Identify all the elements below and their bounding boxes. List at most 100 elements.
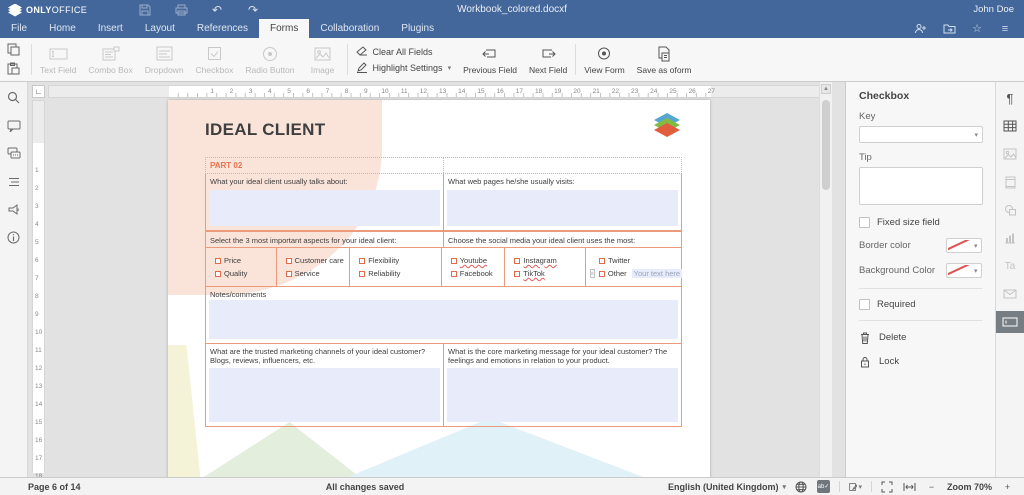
zoom-in-icon[interactable]: + — [1001, 480, 1014, 493]
zoom-out-icon[interactable]: − — [925, 480, 938, 493]
undo-icon[interactable]: ↶ — [210, 3, 224, 17]
document-area[interactable]: ∟ 12345678910111213141516171819202122232… — [28, 82, 832, 477]
language-selector[interactable]: English (United Kingdom)▾ — [668, 482, 786, 492]
checkbox-customer-care[interactable]: Customer care — [286, 256, 350, 265]
tab-references[interactable]: References — [186, 19, 259, 38]
highlight-settings-button[interactable]: Highlight Settings ▾ — [356, 61, 452, 74]
checkbox-price[interactable]: Price — [215, 256, 276, 265]
checkbox-tiktok[interactable]: TikTok — [514, 269, 585, 278]
tab-collaboration[interactable]: Collaboration — [309, 19, 390, 38]
image-button[interactable]: Image — [301, 38, 345, 81]
vertical-ruler[interactable]: 123456789101112131415161718 — [32, 100, 45, 472]
comments-icon[interactable] — [6, 118, 21, 133]
delete-button[interactable]: Delete — [859, 331, 982, 344]
checkbox-box[interactable] — [359, 271, 365, 277]
track-changes-icon[interactable]: ▾ — [849, 480, 862, 493]
text-art-settings-icon[interactable]: Ta — [1002, 258, 1018, 274]
checkbox-box[interactable] — [599, 271, 605, 277]
mail-merge-icon[interactable] — [1002, 286, 1018, 302]
dropdown-button[interactable]: Dropdown — [139, 38, 190, 81]
form-settings-icon[interactable] — [996, 311, 1024, 333]
tab-forms[interactable]: Forms — [259, 19, 309, 38]
redo-icon[interactable]: ↷ — [246, 3, 260, 17]
spellcheck-icon[interactable]: ab✓ — [817, 480, 830, 493]
fixed-size-checkbox[interactable]: Fixed size field — [859, 217, 982, 228]
save-icon[interactable] — [138, 3, 152, 17]
chat-icon[interactable] — [6, 146, 21, 161]
header-footer-settings-icon[interactable] — [1002, 174, 1018, 190]
paste-icon[interactable] — [7, 62, 22, 77]
checkbox-box[interactable] — [599, 258, 605, 264]
checkbox-reliability[interactable]: Reliability — [359, 269, 441, 278]
tab-insert[interactable]: Insert — [87, 19, 134, 38]
required-checkbox[interactable]: Required — [859, 299, 982, 310]
favorite-star-icon[interactable]: ☆ — [970, 22, 984, 36]
search-icon[interactable] — [6, 90, 21, 105]
scroll-up-icon[interactable]: ▲ — [821, 84, 831, 94]
checkbox-box[interactable] — [215, 258, 221, 264]
next-field-button[interactable]: Next Field — [523, 38, 573, 81]
checkbox-youtube[interactable]: Youtube — [451, 256, 505, 265]
fit-width-icon[interactable] — [903, 480, 916, 493]
checkbox-quality[interactable]: Quality — [215, 269, 276, 278]
form-field-handle-icon[interactable]: ≡ — [590, 269, 595, 278]
border-color-picker[interactable]: ▾ — [946, 238, 982, 253]
checkbox-box[interactable] — [286, 271, 292, 277]
combo-box-button[interactable]: Combo Box — [82, 38, 138, 81]
tab-file[interactable]: File — [0, 19, 38, 38]
paragraph-settings-icon[interactable]: ¶ — [1002, 90, 1018, 106]
checkbox-box[interactable] — [359, 258, 365, 264]
save-as-oform-button[interactable]: Save as oform — [631, 38, 698, 81]
add-user-icon[interactable] — [914, 22, 928, 36]
checkbox-button[interactable]: Checkbox — [190, 38, 240, 81]
view-form-button[interactable]: View Form — [578, 38, 630, 81]
checkbox-box[interactable] — [859, 217, 870, 228]
navigation-icon[interactable] — [6, 174, 21, 189]
text-field-notes[interactable] — [209, 300, 678, 339]
tip-textarea[interactable] — [859, 167, 983, 205]
shape-settings-icon[interactable] — [1002, 202, 1018, 218]
key-select[interactable]: ▾ — [859, 126, 983, 143]
clear-all-fields-button[interactable]: Clear All Fields — [356, 45, 452, 58]
lock-button[interactable]: Lock — [859, 355, 982, 368]
zoom-level[interactable]: Zoom 70% — [947, 482, 992, 492]
open-location-icon[interactable] — [942, 22, 956, 36]
checkbox-box[interactable] — [514, 271, 520, 277]
other-text-field[interactable]: Your text here — [632, 269, 682, 278]
vertical-scrollbar[interactable]: ▲ — [819, 82, 832, 477]
text-field-button[interactable]: Text Field — [34, 38, 82, 81]
checkbox-box[interactable] — [451, 271, 457, 277]
checkbox-facebook[interactable]: Facebook — [451, 269, 505, 278]
checkbox-flexibility[interactable]: Flexibility — [359, 256, 441, 265]
checkbox-box[interactable] — [215, 271, 221, 277]
about-info-icon[interactable] — [6, 230, 21, 245]
chart-settings-icon[interactable] — [1002, 230, 1018, 246]
table-settings-icon[interactable] — [1002, 118, 1018, 134]
document-page[interactable]: IDEAL CLIENT PART 02 What your ideal cli… — [168, 100, 710, 477]
scrollbar-thumb[interactable] — [822, 100, 830, 190]
text-field-message[interactable] — [447, 368, 678, 422]
hamburger-menu-icon[interactable]: ≡ — [998, 22, 1012, 36]
text-field-talks[interactable] — [209, 190, 440, 226]
checkbox-twitter[interactable]: Twitter — [590, 256, 681, 265]
image-settings-icon[interactable] — [1002, 146, 1018, 162]
radio-button-button[interactable]: Radio Button — [239, 38, 300, 81]
checkbox-box[interactable] — [859, 299, 870, 310]
fit-page-icon[interactable] — [881, 480, 894, 493]
tab-plugins[interactable]: Plugins — [390, 19, 445, 38]
page-indicator[interactable]: Page 6 of 14 — [28, 482, 81, 492]
text-field-channels[interactable] — [209, 368, 440, 422]
checkbox-box[interactable] — [514, 258, 520, 264]
checkbox-instagram[interactable]: Instagram — [514, 256, 585, 265]
set-language-globe-icon[interactable] — [795, 480, 808, 493]
checkbox-other[interactable]: ≡ Other Your text here — [590, 269, 681, 278]
tab-layout[interactable]: Layout — [134, 19, 186, 38]
tab-home[interactable]: Home — [38, 19, 87, 38]
copy-icon[interactable] — [7, 43, 22, 58]
background-color-picker[interactable]: ▾ — [946, 263, 982, 278]
text-field-web[interactable] — [447, 190, 678, 226]
tab-stop-selector[interactable]: ∟ — [32, 85, 45, 98]
horizontal-ruler[interactable]: 1234567891011121314151617181920212223242… — [48, 85, 832, 98]
checkbox-box[interactable] — [286, 258, 292, 264]
checkbox-box[interactable] — [451, 258, 457, 264]
